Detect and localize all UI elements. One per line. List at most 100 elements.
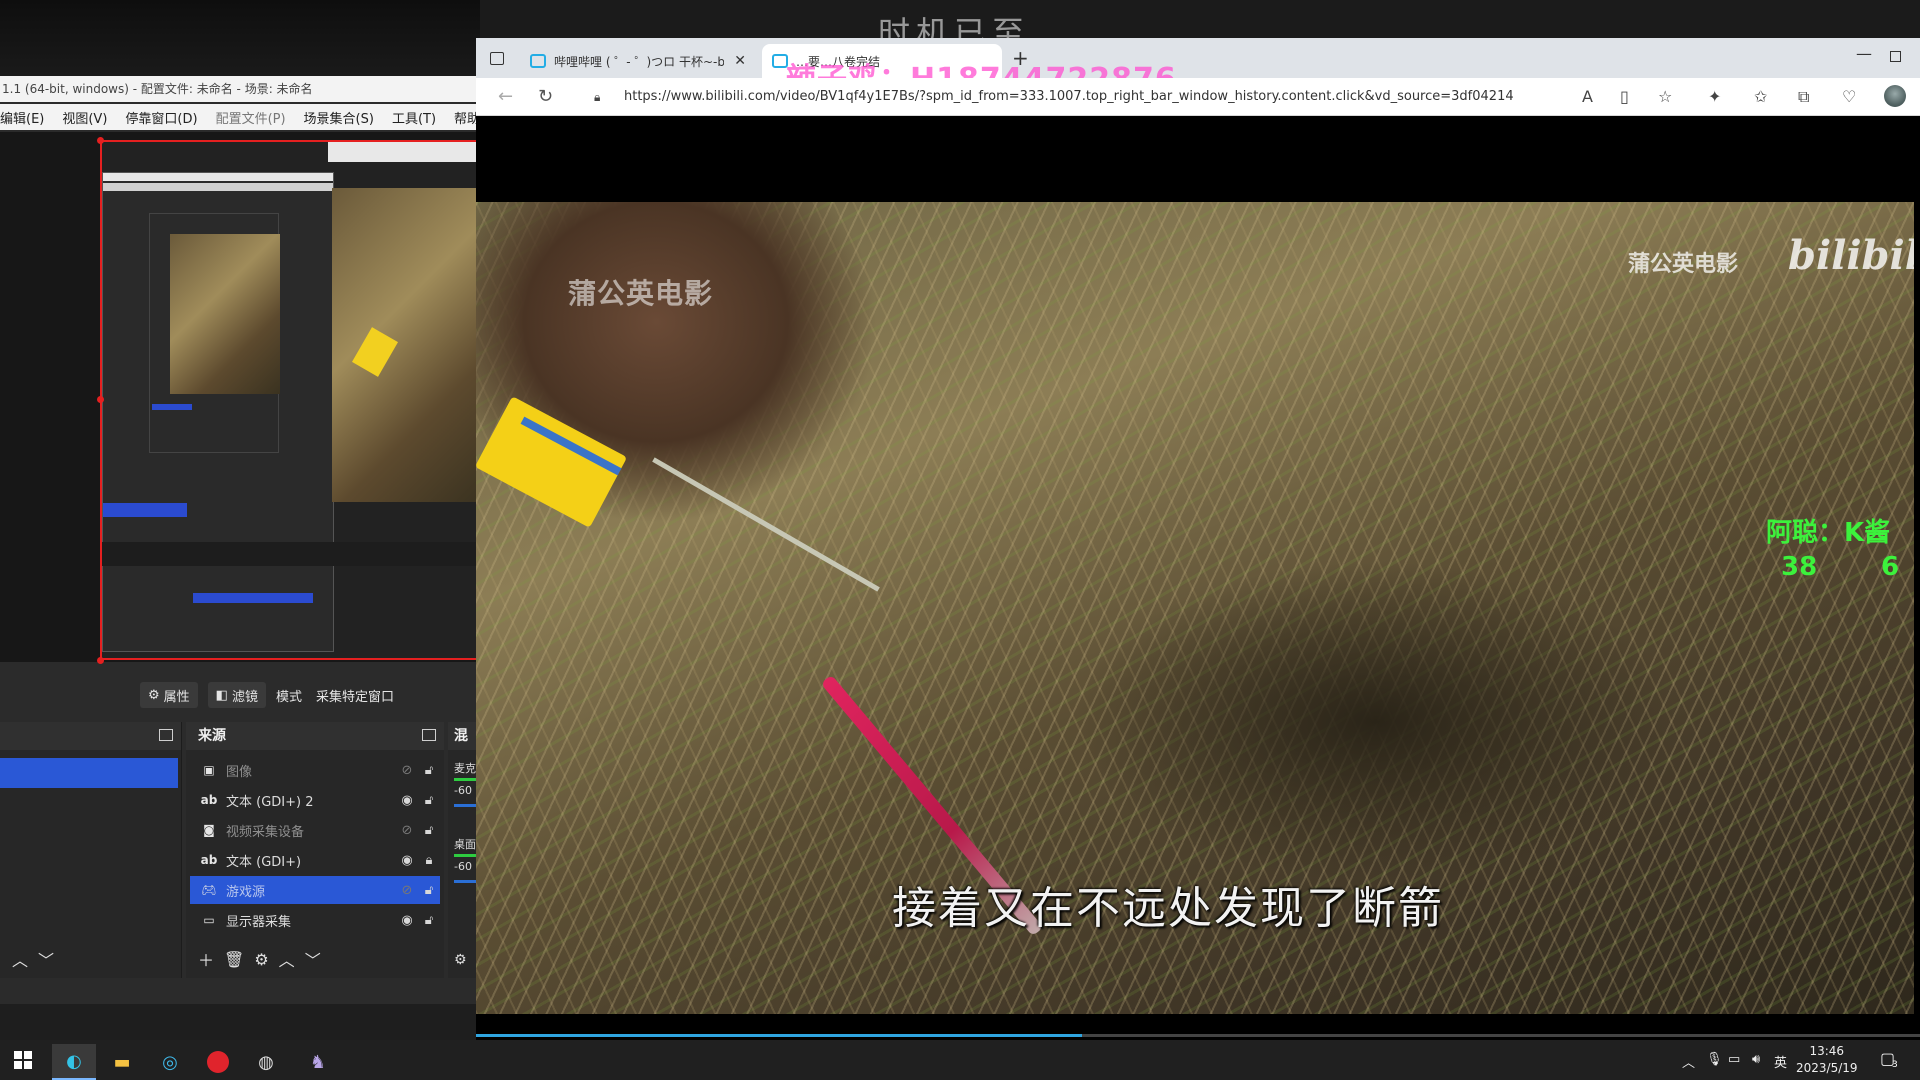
game-app-icon[interactable]: ♞ [296, 1044, 340, 1080]
tray-overflow-icon[interactable]: ︿ [1682, 1052, 1695, 1071]
move-down-icon[interactable]: ﹀ [38, 947, 54, 971]
file-explorer-icon[interactable]: ▬ [100, 1044, 144, 1080]
source-label: 显示器采集 [226, 914, 292, 930]
source-item-image[interactable]: ▣ 图像 ⊘ 🔓︎ [190, 756, 440, 784]
menu-view[interactable]: 视图(V) [62, 108, 107, 127]
lock-icon[interactable]: 🔒︎ [418, 853, 440, 868]
undock-icon[interactable] [159, 729, 173, 741]
nested-video-right [332, 188, 478, 502]
read-aloud-icon[interactable]: A [1582, 87, 1593, 106]
menu-scene-collection[interactable]: 场景集合(S) [304, 108, 374, 127]
edge-taskbar-icon[interactable]: ◐ [52, 1044, 96, 1080]
source-label: 图像 [226, 764, 253, 780]
trash-icon[interactable]: 🗑︎ [224, 950, 244, 969]
microphone-icon[interactable]: 🎙︎ [1706, 1052, 1723, 1067]
source-item-display-capture[interactable]: ▭ 显示器采集 ◉ 🔓︎ [190, 906, 440, 934]
eye-hidden-icon[interactable]: ⊘ [396, 763, 418, 778]
danmu-overlay-number: 38 [1781, 552, 1818, 582]
camera-icon: ◙ [203, 823, 215, 837]
netease-music-icon[interactable] [196, 1044, 240, 1080]
eye-icon[interactable]: ◉ [396, 913, 418, 928]
source-item-game-capture[interactable]: 🎮︎ 游戏源 ⊘ 🔓︎ [190, 876, 440, 904]
tab-bilibili-home[interactable]: 哔哩哔哩 ( ゜- ゜)つロ 干杯~-bili ✕ [520, 44, 756, 78]
menu-docks[interactable]: 停靠窗口(D) [125, 108, 197, 127]
extensions-icon[interactable]: ✦ [1708, 87, 1721, 106]
menu-tools[interactable]: 工具(T) [392, 108, 436, 127]
eye-icon[interactable]: ◉ [396, 793, 418, 808]
danmu-overlay-number: 6 [1881, 552, 1900, 582]
volume-icon[interactable]: 🔊︎ [1752, 1052, 1760, 1067]
taskbar-clock[interactable]: 13:46 2023/5/19 [1796, 1043, 1858, 1077]
lock-icon[interactable]: 🔒︎ [594, 90, 600, 105]
video-watermark-right: 蒲公英电影 [1628, 252, 1739, 277]
minimize-icon[interactable]: — [1856, 44, 1872, 63]
reader-view-icon[interactable]: ▯ [1620, 87, 1629, 106]
scenes-footer: ︿ ﹀ [0, 944, 181, 974]
volume-slider[interactable] [454, 880, 476, 883]
back-icon[interactable]: ← [498, 86, 513, 107]
text-icon: ab [200, 793, 218, 807]
favorites-icon[interactable]: ✩ [1754, 87, 1767, 106]
resize-handle-top-left[interactable] [97, 137, 104, 144]
properties-button[interactable]: ⚙ 属性 [140, 682, 198, 708]
bilibili-logo: bilibili [1788, 232, 1914, 279]
resize-handle-bottom-left[interactable] [97, 657, 104, 664]
unlock-icon[interactable]: 🔓︎ [418, 793, 440, 808]
nested-taskbar [102, 542, 478, 566]
gear-icon[interactable]: ⚙ [254, 950, 268, 969]
collections-icon[interactable]: ⧉ [1798, 87, 1809, 107]
source-item-text-gdi[interactable]: ab 文本 (GDI+) ◉ 🔒︎ [190, 846, 440, 874]
obs-status-area [0, 1004, 480, 1040]
network-icon[interactable]: ▭ [1728, 1052, 1740, 1067]
source-label: 文本 (GDI+) [226, 854, 302, 870]
maximize-icon[interactable] [1890, 51, 1901, 62]
profile-avatar[interactable] [1884, 85, 1906, 107]
gamepad-icon: 🎮︎ [201, 883, 217, 897]
favorite-add-icon[interactable]: ☆ [1658, 87, 1672, 106]
tab-actions-icon[interactable] [490, 52, 504, 65]
source-item-text-gdi-2[interactable]: ab 文本 (GDI+) 2 ◉ 🔓︎ [190, 786, 440, 814]
obs-preview-source-frame[interactable] [100, 140, 480, 660]
resize-handle-left[interactable] [97, 396, 104, 403]
mixer-gear-icon[interactable]: ⚙ [454, 952, 467, 968]
unlock-icon[interactable]: 🔓︎ [418, 883, 440, 898]
browser-circle-icon[interactable]: ◎ [148, 1044, 192, 1080]
filters-label: 滤镜 [231, 689, 258, 705]
close-tab-icon[interactable]: ✕ [734, 53, 746, 69]
source-item-video-capture[interactable]: ◙ 视频采集设备 ⊘ 🔓︎ [190, 816, 440, 844]
unlock-icon[interactable]: 🔓︎ [418, 763, 440, 778]
unlock-icon[interactable]: 🔓︎ [418, 823, 440, 838]
unlock-icon[interactable]: 🔓︎ [418, 913, 440, 928]
move-up-icon[interactable]: ︿ [279, 947, 295, 971]
clock-date: 2023/5/19 [1796, 1061, 1858, 1075]
menu-edit[interactable]: 编辑(E) [0, 108, 44, 127]
mode-value[interactable]: 采集特定窗口 [316, 686, 394, 705]
tab-strip: 哔哩哔哩 ( ゜- ゜)つロ 干杯~-bili ✕ …要…八卷完结 + — 辣子… [476, 38, 1920, 97]
nested-selection [152, 404, 192, 410]
filters-button[interactable]: ◧ 滤镜 [207, 682, 266, 708]
video-page: 蒲公英电影 蒲公英电影 bilibili 阿聪：K酱 38 6 接着又在不远处发… [476, 116, 1920, 1040]
undock-icon[interactable] [422, 729, 436, 741]
menu-profile[interactable]: 配置文件(P) [216, 108, 286, 127]
mode-label: 模式 [275, 689, 302, 705]
eye-icon[interactable]: ◉ [396, 853, 418, 868]
browser-essentials-icon[interactable]: ♡ [1842, 87, 1856, 106]
windows-start-icon[interactable] [14, 1051, 32, 1069]
image-icon: ▣ [203, 763, 215, 777]
obs-icon[interactable]: ◍ [244, 1044, 288, 1080]
nested-video [170, 234, 280, 394]
eye-hidden-icon[interactable]: ⊘ [396, 883, 418, 898]
video-player[interactable]: 蒲公英电影 蒲公英电影 bilibili 阿聪：K酱 38 6 接着又在不远处发… [476, 202, 1914, 1014]
refresh-icon[interactable]: ↻ [538, 86, 553, 107]
input-method-indicator[interactable]: 英 [1774, 1052, 1787, 1071]
nested-obs-preview-2 [149, 213, 280, 453]
source-label: 文本 (GDI+) 2 [226, 794, 314, 810]
add-source-icon[interactable]: ＋ [198, 947, 214, 971]
eye-hidden-icon[interactable]: ⊘ [396, 823, 418, 838]
url-field[interactable]: https://www.bilibili.com/video/BV1qf4y1E… [624, 89, 1514, 104]
volume-meter [454, 854, 476, 857]
move-up-icon[interactable]: ︿ [12, 947, 28, 971]
volume-slider[interactable] [454, 804, 476, 807]
move-down-icon[interactable]: ﹀ [305, 947, 321, 971]
scene-item-selected[interactable] [0, 758, 178, 788]
